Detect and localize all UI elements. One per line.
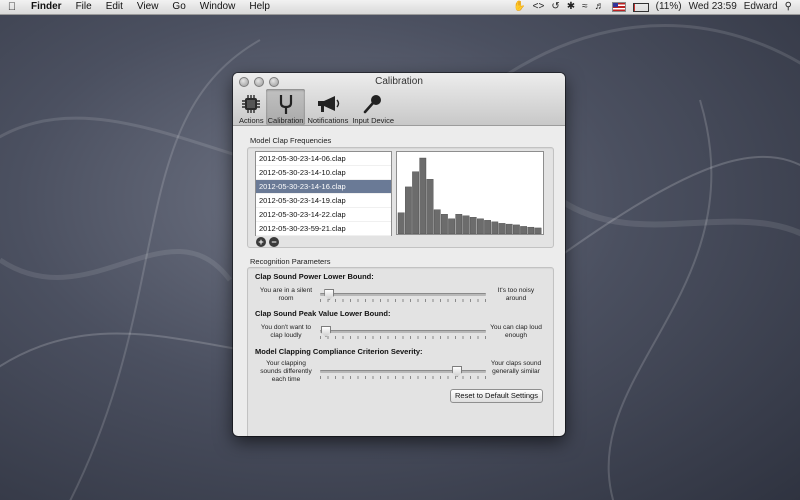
- bluetooth-icon[interactable]: ✱: [567, 0, 575, 14]
- volume-icon[interactable]: ♬: [595, 0, 605, 14]
- tab-calibration-label: Calibration: [267, 116, 304, 125]
- histogram-bar: [397, 212, 405, 234]
- histogram-bar: [455, 214, 463, 234]
- reset-defaults-button[interactable]: Reset to Default Settings: [450, 389, 543, 403]
- list-item[interactable]: 2012-05-30-23-14-06.clap: [256, 152, 391, 166]
- add-button[interactable]: +: [256, 237, 266, 247]
- param-power-max-text: It's too noisy around: [497, 287, 535, 302]
- clap-file-list[interactable]: 2012-05-30-23-14-06.clap 2012-05-30-23-1…: [255, 151, 392, 236]
- histogram-bar: [404, 186, 412, 234]
- menu-clock[interactable]: Wed 23:59: [689, 0, 737, 14]
- window-title: Calibration: [375, 76, 423, 87]
- histogram-bar: [505, 223, 513, 234]
- menu-file[interactable]: File: [69, 0, 99, 14]
- battery-icon[interactable]: [632, 2, 649, 12]
- list-item[interactable]: 2012-05-30-23-14-10.clap: [256, 166, 391, 180]
- tuning-fork-icon: [279, 95, 292, 114]
- status-tray: ✋ <> ↺ ✱ ≈ ♬ (11%) Wed 23:59 Edward ⚲: [513, 0, 800, 14]
- frequencies-group-label: Model Clap Frequencies: [250, 136, 332, 145]
- histogram-bar: [441, 214, 448, 234]
- tab-calibration[interactable]: Calibration: [265, 89, 306, 125]
- param-power-min-text: You are in a silent room: [259, 287, 313, 302]
- list-item[interactable]: 2012-05-30-23-59-21.clap: [256, 222, 391, 236]
- param-severity-min-text: Your clapping sounds differently each ti…: [260, 360, 312, 383]
- megaphone-icon: [317, 96, 340, 112]
- code-icon[interactable]: <>: [533, 0, 545, 14]
- param-severity-title: Model Clapping Compliance Criterion Seve…: [255, 347, 423, 356]
- peak-slider[interactable]: [320, 326, 486, 339]
- tab-notifications[interactable]: Notifications: [305, 89, 350, 125]
- menu-window[interactable]: Window: [193, 0, 243, 14]
- menu-go[interactable]: Go: [165, 0, 192, 14]
- window-titlebar: Calibration Actions Calibration Notifica…: [233, 73, 565, 126]
- tab-actions[interactable]: Actions: [237, 89, 266, 125]
- tab-input-device[interactable]: Input Device: [350, 89, 396, 125]
- chip-icon: [242, 95, 261, 113]
- param-peak-title: Clap Sound Peak Value Lower Bound:: [255, 309, 391, 318]
- recognition-group-label: Recognition Parameters: [250, 257, 331, 266]
- power-slider[interactable]: [320, 289, 486, 302]
- battery-percent: (11%): [655, 1, 682, 12]
- frequency-histogram: [396, 151, 544, 235]
- clapper-icon[interactable]: ✋: [513, 0, 525, 14]
- histogram-bar: [448, 218, 456, 234]
- histogram-bar: [419, 157, 427, 234]
- tab-input-device-label: Input Device: [352, 116, 395, 125]
- list-item[interactable]: 2012-05-30-23-14-19.clap: [256, 194, 391, 208]
- wifi-icon[interactable]: ≈: [582, 0, 588, 14]
- toolbar: Actions Calibration Notifications Input …: [237, 89, 396, 125]
- param-power-title: Clap Sound Power Lower Bound:: [255, 272, 374, 281]
- menu-edit[interactable]: Edit: [99, 0, 130, 14]
- histogram-bar: [476, 218, 484, 234]
- param-peak-min-text: You don't want to clap loudly: [260, 324, 312, 339]
- param-severity-max-text: Your claps sound generally similar: [490, 360, 542, 375]
- histogram-bar: [469, 217, 477, 234]
- tab-actions-label: Actions: [239, 116, 264, 125]
- menu-view[interactable]: View: [130, 0, 166, 14]
- histogram-bar: [426, 179, 434, 234]
- histogram-bar: [498, 223, 506, 234]
- search-icon[interactable]: ⚲: [785, 0, 792, 14]
- histogram-bar: [484, 220, 492, 234]
- list-item-selected[interactable]: 2012-05-30-23-14-16.clap: [256, 180, 391, 194]
- histogram-bar: [412, 171, 419, 234]
- flag-icon[interactable]: [611, 2, 626, 12]
- histogram-bar: [433, 209, 441, 234]
- calibration-window: Calibration Actions Calibration Notifica…: [233, 73, 565, 436]
- histogram-bar: [491, 221, 499, 234]
- histogram-plot: [397, 157, 542, 234]
- menu-bar:  Finder File Edit View Go Window Help ✋…: [0, 0, 800, 15]
- list-item[interactable]: 2012-05-30-23-14-22.clap: [256, 208, 391, 222]
- histogram-bar: [527, 226, 535, 234]
- histogram-bar: [462, 215, 470, 234]
- severity-slider[interactable]: [320, 366, 486, 379]
- list-controls: + −: [256, 237, 279, 247]
- menu-app-name[interactable]: Finder: [24, 0, 69, 14]
- time-machine-icon[interactable]: ↺: [551, 0, 559, 14]
- param-peak-max-text: You can clap loud enough: [490, 324, 542, 339]
- remove-button[interactable]: −: [269, 237, 279, 247]
- tab-notifications-label: Notifications: [307, 116, 349, 125]
- apple-menu-icon[interactable]: : [0, 1, 24, 13]
- histogram-bar: [534, 227, 542, 234]
- menu-help[interactable]: Help: [242, 0, 277, 14]
- histogram-bar: [512, 224, 520, 234]
- menu-user[interactable]: Edward: [744, 0, 778, 14]
- microphone-icon: [363, 95, 382, 114]
- histogram-bar: [520, 226, 528, 234]
